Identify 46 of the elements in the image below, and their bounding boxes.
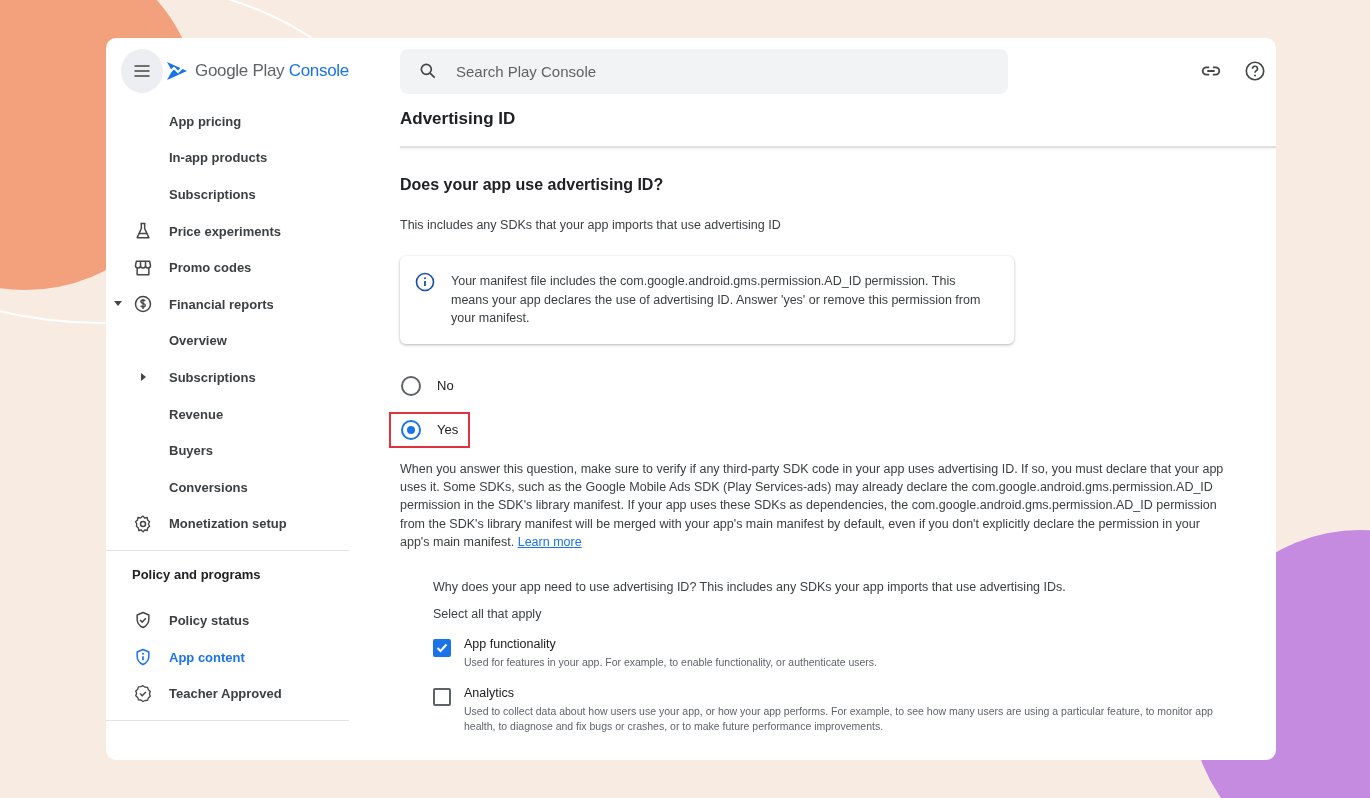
nav-item[interactable]: Subscriptions [106, 176, 349, 213]
nav-item[interactable]: Revenue [106, 395, 349, 433]
nav-item[interactable]: Monetization setup [106, 505, 349, 543]
award-badge-icon [133, 683, 153, 704]
choice-label: Analytics [464, 685, 516, 700]
nav-item[interactable]: Buyers [106, 432, 349, 469]
nav-item[interactable]: In-app products [106, 139, 349, 177]
help-button[interactable] [1244, 60, 1266, 82]
dollar-circle-icon [133, 294, 153, 315]
page-title: Advertising ID [400, 108, 517, 130]
note-paragraph: When you answer this question, make sure to verify if any third-party SDK code in your app uses advertising ID. If so, you must declare that your app uses it. Some SDKs, such as the Google Mobile Ads SDK (Play Services-ads) may already declare the com.google.android.gms.permission.AD_ID permission in the SDK's library manifest. If your app uses these SDKs as dependencies, the com.google.android.gms.permission.AD_ID permission from the SDK's library manifest will be merged with your app's main manifest by default, even if you don't explicitly declare the permission in your app's main manifest. Learn more [400, 460, 1225, 552]
nav-item[interactable]: Price experiments [106, 212, 349, 250]
checkbox[interactable] [433, 687, 451, 706]
nav-item[interactable]: Promo codes [106, 249, 349, 286]
help-icon [1244, 60, 1266, 82]
menu-button[interactable] [121, 49, 163, 93]
logo-icon [164, 59, 189, 83]
select-hint: Select all that apply [433, 606, 543, 621]
radio-button[interactable] [401, 419, 421, 440]
question-heading: Does your app use advertising ID? [400, 176, 665, 194]
nav-item[interactable]: App content [106, 638, 349, 676]
learn-more-link[interactable]: Learn more [517, 535, 582, 550]
info-icon [415, 272, 435, 292]
caret-right-icon [138, 372, 148, 383]
info-text: Your manifest file includes the com.google.android.gms.permission.AD_ID permission. This means your app declares the use of advertising ID. Answer 'yes' or remove this permission from your manifest. [451, 273, 982, 327]
choice-description: Used to collect data about how users use your app, or how your app performs. For example, to see how many users are using a particular feature, to monitor app health, to diagnose and fix bugs or crashes, or to make future performance improvements. [464, 703, 1214, 734]
nav-item[interactable]: Subscriptions [106, 359, 349, 396]
nav-item[interactable]: Conversions [106, 468, 349, 506]
radio-option[interactable]: Yes [389, 411, 471, 448]
purpose-question: Why does your app need to use advertising ID? This includes any SDKs your app imports that use advertising IDs. [433, 579, 1067, 594]
nav-item[interactable]: Policy status [106, 602, 349, 639]
choice-description: Used for features in your app. For example, to enable functionality, or authenticate users. [464, 654, 878, 670]
nav-item[interactable]: App pricing [106, 103, 349, 140]
gear-icon [133, 513, 153, 534]
nav-item[interactable]: Overview [106, 322, 349, 360]
subtitle-text: This includes any SDKs that your app imports that use advertising ID [400, 218, 782, 232]
radio-option[interactable]: No [389, 367, 466, 404]
nav-item[interactable]: Teacher Approved [106, 675, 349, 712]
radio-button[interactable] [401, 375, 421, 396]
section-heading: Policy and programs [131, 566, 262, 585]
shield-info-icon [133, 647, 153, 667]
logo-text: Google Play Console [194, 61, 349, 81]
choice-label: App functionality [464, 636, 557, 651]
search-field[interactable]: Search Play Console [400, 48, 1008, 94]
shield-check-icon [133, 610, 153, 631]
nav-item[interactable]: Financial reports [106, 285, 349, 323]
